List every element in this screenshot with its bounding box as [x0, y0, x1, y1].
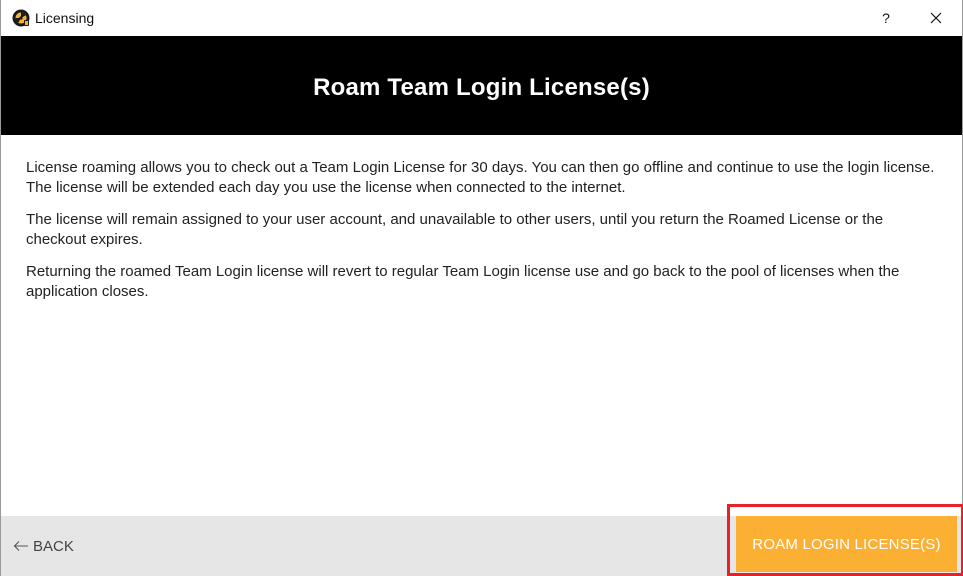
close-button[interactable]: [913, 0, 959, 36]
title-bar: Licensing ?: [1, 0, 962, 36]
back-button[interactable]: BACK: [13, 536, 74, 556]
licensing-window: Licensing ? Roam Team Login License(s) L…: [0, 0, 963, 576]
close-icon: [930, 12, 942, 24]
roam-login-licenses-button[interactable]: ROAM LOGIN LICENSE(S): [736, 516, 957, 572]
window-title: Licensing: [35, 10, 95, 26]
page-title: Roam Team Login License(s): [313, 73, 650, 101]
description: License roaming allows you to check out …: [26, 158, 941, 314]
description-paragraph: Returning the roamed Team Login license …: [26, 263, 900, 300]
help-button[interactable]: ?: [863, 0, 909, 36]
licensing-app-icon: [12, 9, 30, 27]
description-paragraph: The license will remain assigned to your…: [26, 211, 884, 248]
arrow-left-icon: [13, 541, 28, 551]
description-paragraph: License roaming allows you to check out …: [26, 159, 935, 196]
back-button-label: BACK: [33, 537, 74, 555]
header-band: Roam Team Login License(s): [1, 36, 962, 135]
